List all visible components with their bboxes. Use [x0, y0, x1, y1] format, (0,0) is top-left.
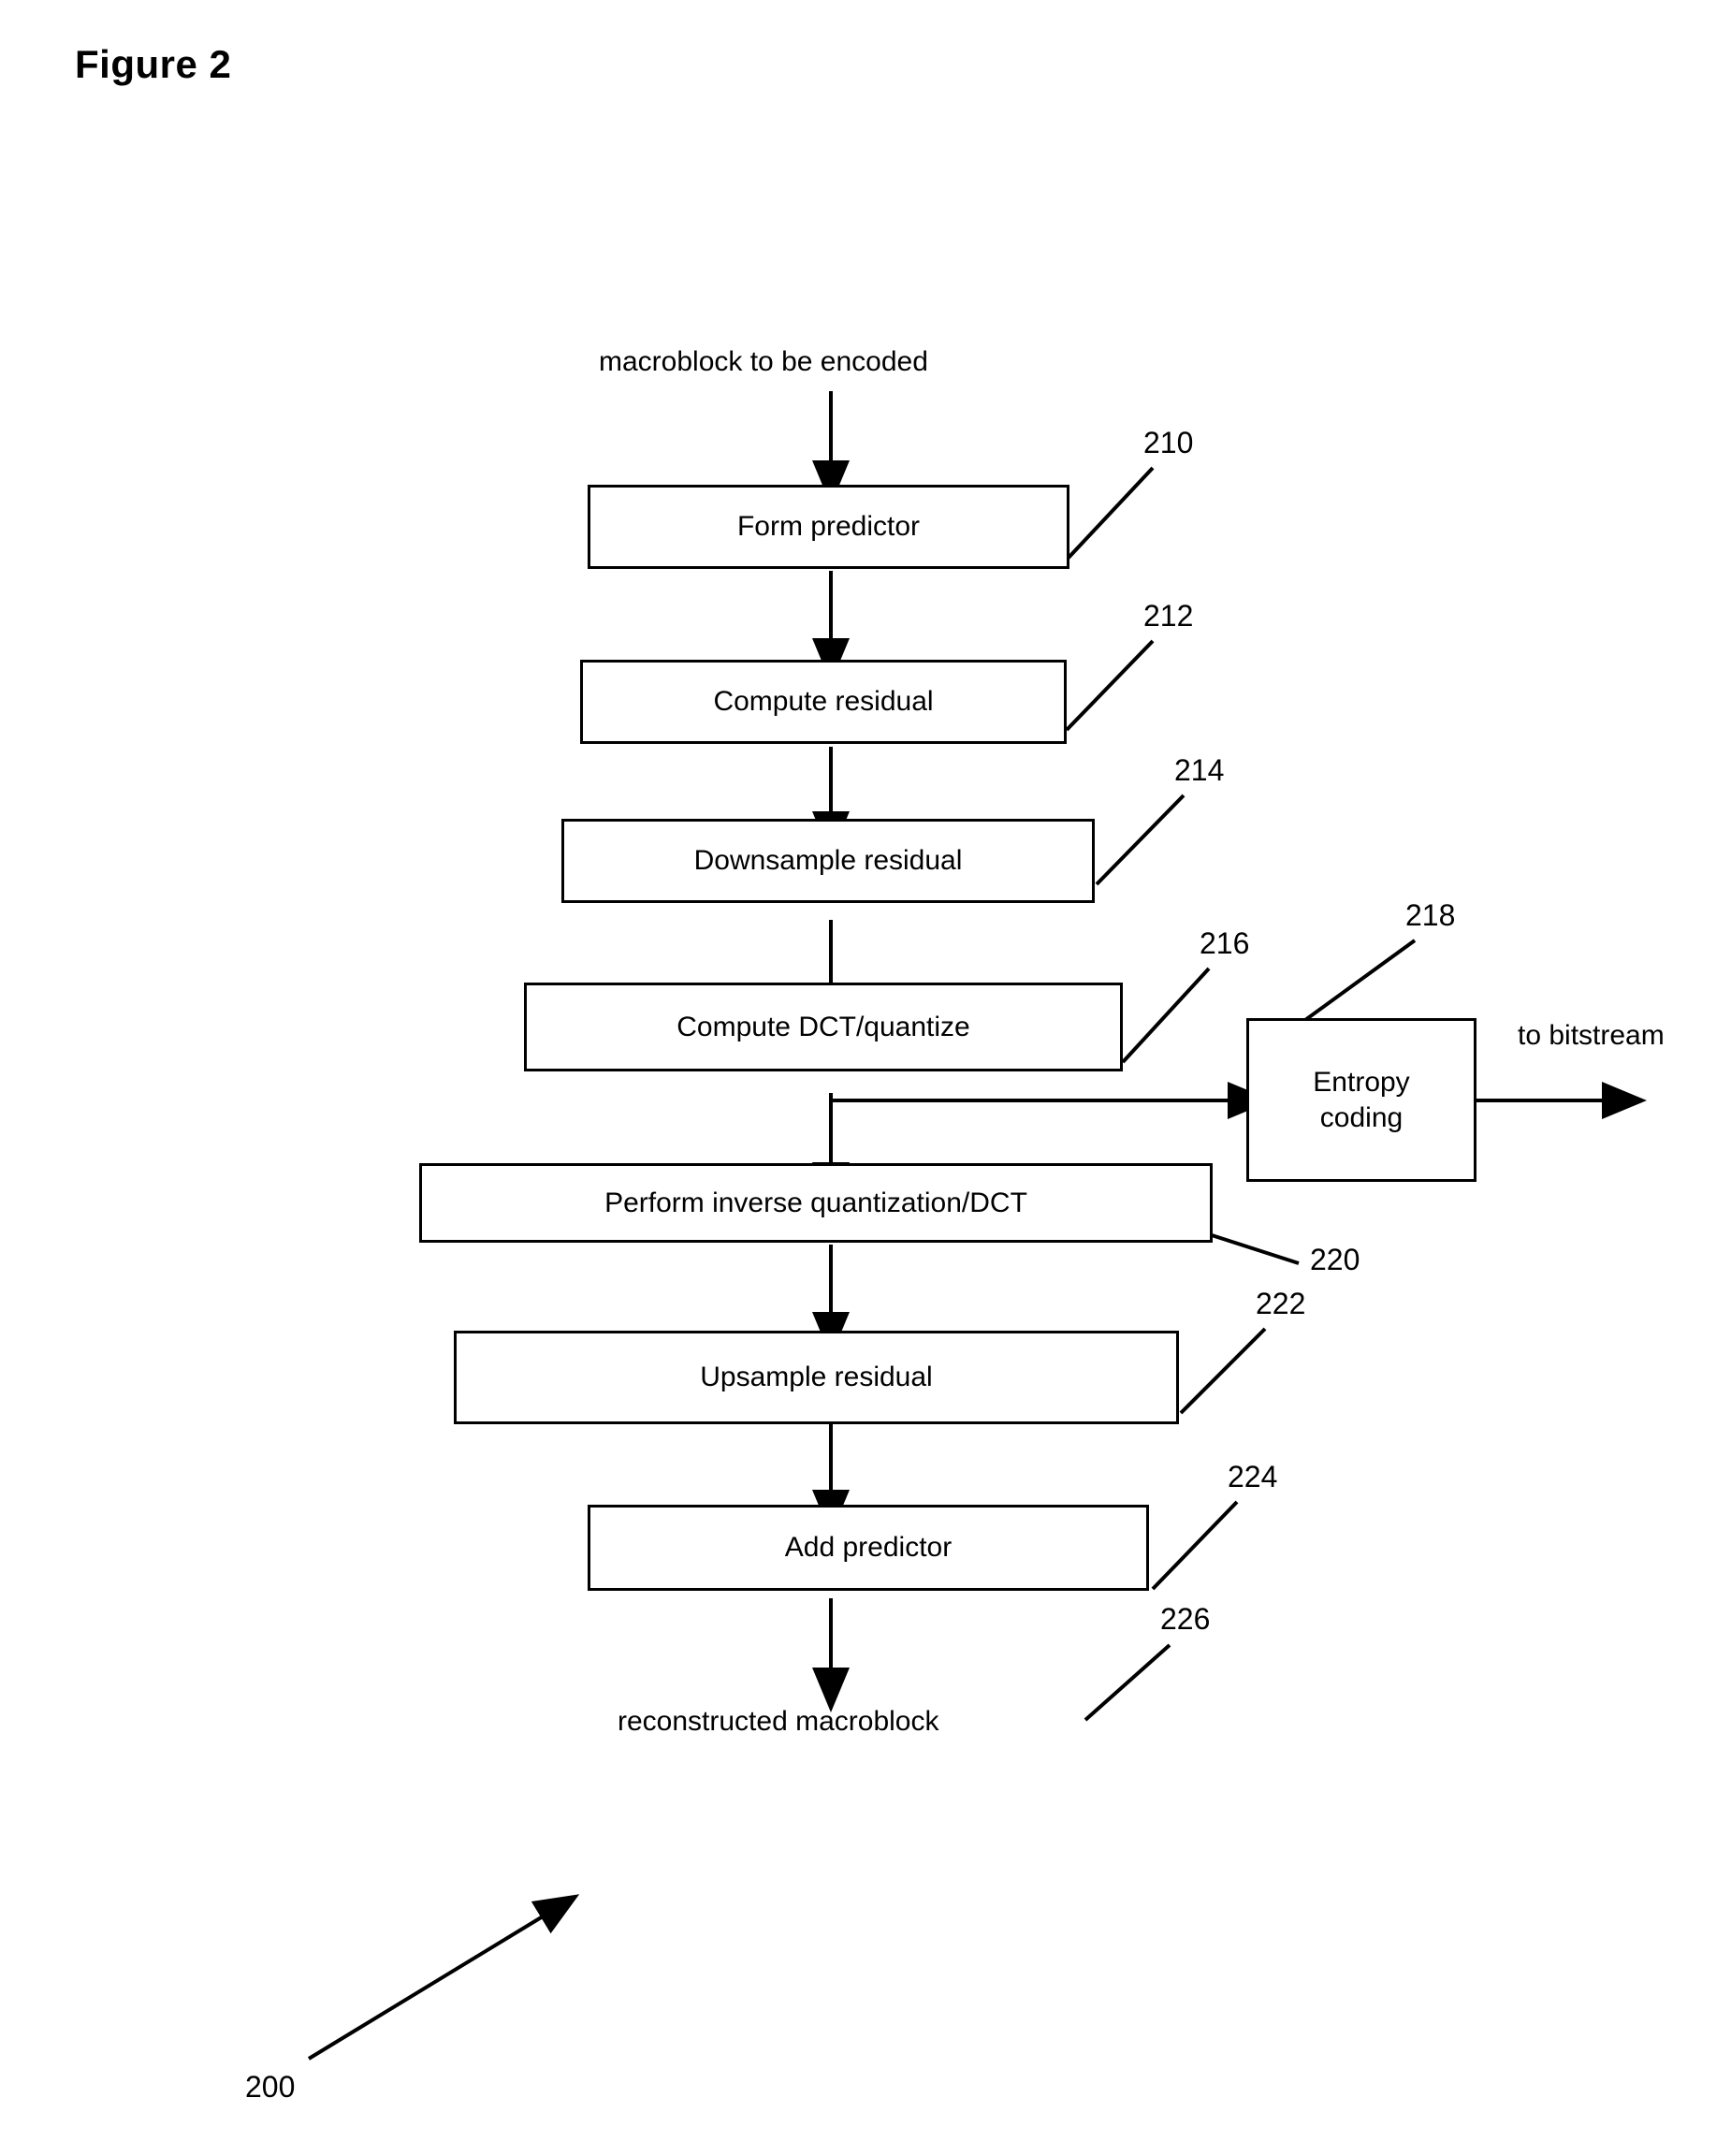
node-label: Compute residual — [713, 686, 934, 717]
ref-number-200: 200 — [245, 2070, 296, 2104]
node-label: Entropy coding — [1313, 1067, 1410, 1133]
node-label: Upsample residual — [700, 1362, 933, 1392]
node-label: Downsample residual — [693, 845, 963, 876]
ref-number-216: 216 — [1200, 926, 1250, 960]
ref-number-226: 226 — [1160, 1602, 1211, 1636]
ref-number-220: 220 — [1310, 1243, 1360, 1276]
node-label: Perform inverse quantization/DCT — [604, 1187, 1027, 1218]
input-label: macroblock to be encoded — [599, 346, 928, 377]
node-label: Form predictor — [736, 511, 921, 542]
bitstream-label: to bitstream — [1518, 1020, 1665, 1051]
node-label: Add predictor — [784, 1532, 953, 1563]
node-form-predictor[interactable]: Form predictor — [588, 485, 1069, 569]
ref-number-210: 210 — [1143, 426, 1194, 459]
ref-number-218: 218 — [1405, 898, 1456, 932]
node-inverse-quantization-dct[interactable]: Perform inverse quantization/DCT — [419, 1163, 1213, 1243]
node-compute-dct-quantize[interactable]: Compute DCT/quantize — [524, 983, 1123, 1071]
node-label: Compute DCT/quantize — [676, 1011, 970, 1042]
node-compute-residual[interactable]: Compute residual — [580, 660, 1067, 744]
output-label: reconstructed macroblock — [618, 1706, 939, 1737]
node-upsample-residual[interactable]: Upsample residual — [454, 1331, 1179, 1424]
ref-number-214: 214 — [1174, 753, 1225, 787]
flowchart-diagram: macroblock to be encoded reconstructed m… — [0, 0, 1731, 2156]
ref-number-212: 212 — [1143, 599, 1194, 633]
ref-number-224: 224 — [1228, 1460, 1278, 1493]
node-downsample-residual[interactable]: Downsample residual — [561, 819, 1095, 903]
ref-number-222: 222 — [1256, 1287, 1306, 1320]
node-add-predictor[interactable]: Add predictor — [588, 1505, 1149, 1591]
node-entropy-coding[interactable]: Entropy coding — [1246, 1018, 1476, 1182]
